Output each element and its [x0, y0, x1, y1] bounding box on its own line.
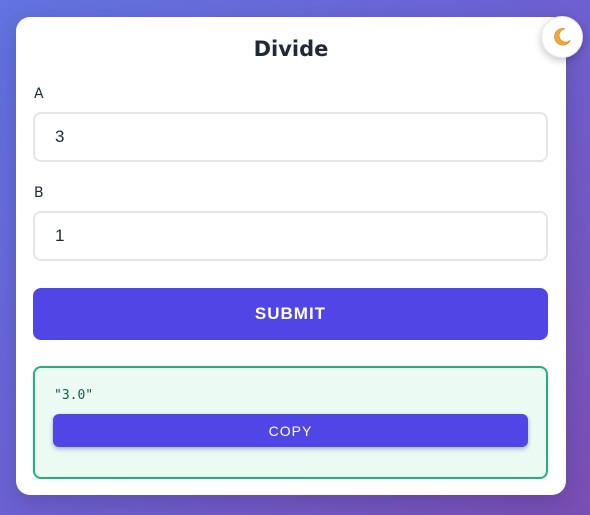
field-b-label: B — [34, 185, 44, 201]
submit-button[interactable]: SUBMIT — [33, 288, 548, 340]
field-a-label: A — [34, 86, 44, 102]
moon-icon — [554, 28, 571, 46]
result-value: "3.0" — [54, 388, 94, 403]
result-box: "3.0" COPY — [33, 366, 548, 479]
copy-button[interactable]: COPY — [53, 414, 528, 447]
field-a-input[interactable] — [33, 112, 548, 162]
page-title: Divide — [253, 37, 329, 61]
divide-card: Divide A B SUBMIT "3.0" COPY — [16, 17, 566, 495]
field-b-input[interactable] — [33, 211, 548, 261]
theme-toggle-button[interactable] — [541, 16, 583, 58]
